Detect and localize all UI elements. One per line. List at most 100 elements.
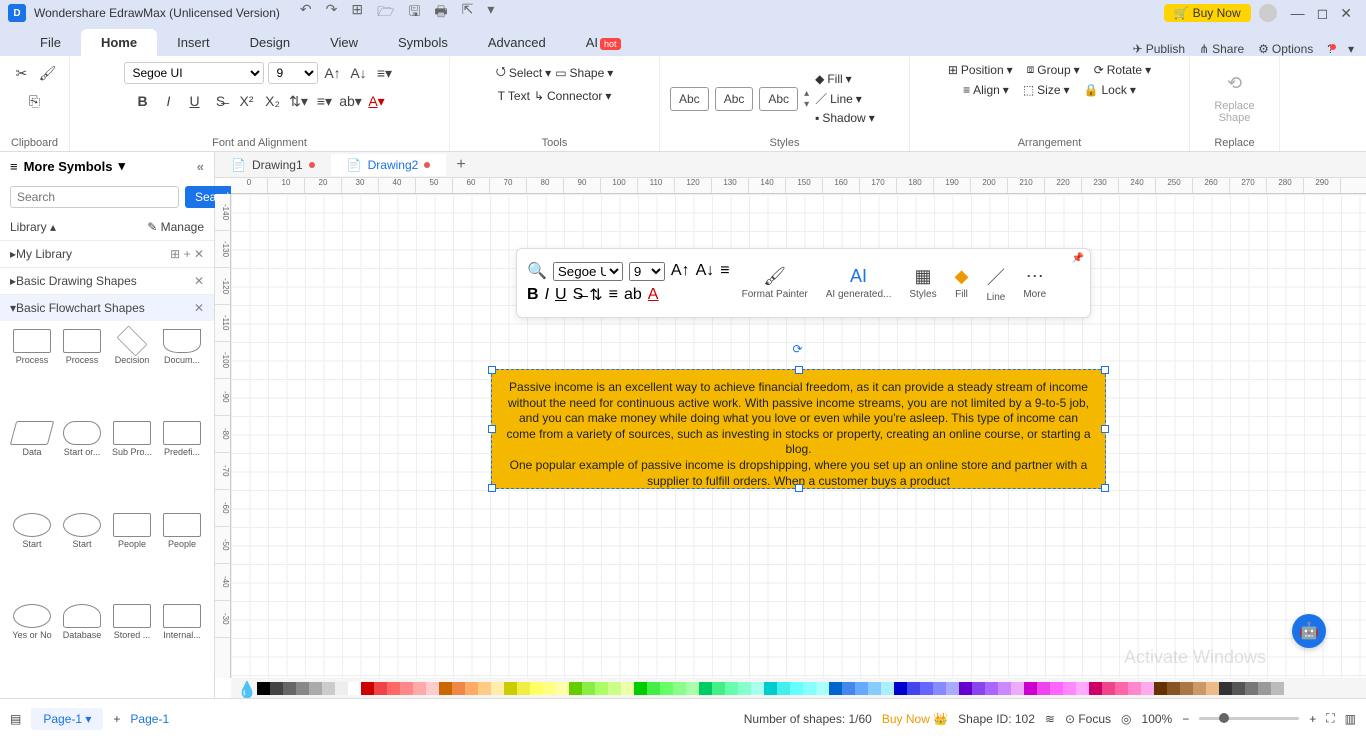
color-swatch[interactable] — [829, 682, 842, 695]
save-icon[interactable]: 🖫 — [408, 1, 420, 25]
lock-button[interactable]: 🔒 Lock▾ — [1084, 83, 1136, 97]
bullets-icon[interactable]: ≡▾ — [314, 90, 336, 112]
color-swatch[interactable] — [439, 682, 452, 695]
float-spacing-icon[interactable]: ⇅ — [589, 285, 602, 305]
color-swatch[interactable] — [309, 682, 322, 695]
color-swatch[interactable] — [374, 682, 387, 695]
font-size-select[interactable]: 9 — [268, 62, 318, 84]
color-swatch[interactable] — [725, 682, 738, 695]
float-ai-generated[interactable]: AIAI generated... — [820, 266, 898, 300]
shape-stencil[interactable]: People — [158, 513, 206, 599]
chatbot-button[interactable]: 🤖 — [1292, 614, 1326, 648]
text-tool[interactable]: T Text — [498, 89, 530, 103]
color-swatch[interactable] — [387, 682, 400, 695]
color-swatch[interactable] — [1128, 682, 1141, 695]
replace-shape-icon[interactable]: ⟲ — [1227, 73, 1242, 94]
undo-icon[interactable]: ↶ — [300, 1, 312, 25]
color-swatch[interactable] — [712, 682, 725, 695]
color-swatch[interactable] — [803, 682, 816, 695]
fill-button[interactable]: ◆ Fill ▾ — [815, 72, 875, 86]
float-more[interactable]: ⋯More — [1017, 266, 1052, 300]
tab-insert[interactable]: Insert — [157, 29, 230, 56]
color-swatch[interactable] — [1037, 682, 1050, 695]
color-swatch[interactable] — [582, 682, 595, 695]
eyedropper-icon[interactable]: 💧 — [237, 680, 253, 696]
float-format-painter[interactable]: 🖌Format Painter — [736, 266, 814, 300]
shape-stencil[interactable]: Internal... — [158, 604, 206, 690]
color-swatch[interactable] — [998, 682, 1011, 695]
color-swatch[interactable] — [777, 682, 790, 695]
resize-handle-bc[interactable] — [795, 484, 803, 492]
color-swatch[interactable] — [933, 682, 946, 695]
shape-stencil[interactable]: Start — [8, 513, 56, 599]
status-buy-now[interactable]: Buy Now 👑 — [882, 712, 948, 726]
shape-stencil[interactable]: Yes or No — [8, 604, 56, 690]
position-button[interactable]: ⊞ Position▾ — [948, 63, 1013, 77]
pages-icon[interactable]: ▤ — [10, 712, 21, 726]
color-swatch[interactable] — [660, 682, 673, 695]
resize-handle-br[interactable] — [1101, 484, 1109, 492]
color-swatch[interactable] — [1180, 682, 1193, 695]
rotate-handle-icon[interactable]: ⟳ — [793, 342, 803, 358]
float-bold-icon[interactable]: B — [527, 286, 539, 304]
color-swatch[interactable] — [881, 682, 894, 695]
more-symbols-button[interactable]: ≡ More Symbols▾ « — [0, 152, 214, 180]
pin-icon[interactable]: 📌 — [1072, 253, 1084, 264]
shape-stencil[interactable]: Sub Pro... — [108, 421, 156, 507]
color-swatch[interactable] — [1258, 682, 1271, 695]
shape-stencil[interactable]: Stored ... — [108, 604, 156, 690]
color-swatch[interactable] — [1206, 682, 1219, 695]
float-search-icon[interactable]: 🔍 — [527, 261, 547, 281]
manage-button[interactable]: ✎ Manage — [147, 220, 204, 234]
lib-add-icon[interactable]: ⊞ — [170, 247, 180, 261]
select-tool[interactable]: ⭯ Select ▾ — [496, 62, 552, 83]
color-swatch[interactable] — [452, 682, 465, 695]
color-swatch[interactable] — [907, 682, 920, 695]
color-swatch[interactable] — [634, 682, 647, 695]
tab-symbols[interactable]: Symbols — [378, 29, 468, 56]
float-styles[interactable]: ▦Styles — [903, 266, 942, 300]
add-doc-tab[interactable]: + — [446, 152, 475, 178]
color-swatch[interactable] — [920, 682, 933, 695]
color-swatch[interactable] — [413, 682, 426, 695]
resize-handle-tc[interactable] — [795, 366, 803, 374]
print-icon[interactable]: 🖶 — [434, 1, 447, 25]
increase-font-icon[interactable]: A↑ — [322, 62, 344, 84]
color-swatch[interactable] — [1050, 682, 1063, 695]
float-highlight-icon[interactable]: ab — [624, 286, 642, 304]
color-swatch[interactable] — [894, 682, 907, 695]
float-increase-font-icon[interactable]: A↑ — [671, 262, 690, 280]
color-swatch[interactable] — [1219, 682, 1232, 695]
color-swatch[interactable] — [764, 682, 777, 695]
size-button[interactable]: ⬚ Size▾ — [1023, 83, 1070, 97]
fit-icon[interactable]: ◎ — [1121, 712, 1131, 726]
user-avatar[interactable] — [1259, 4, 1277, 22]
color-swatch[interactable] — [322, 682, 335, 695]
color-swatch[interactable] — [1232, 682, 1245, 695]
color-swatch[interactable] — [1271, 682, 1284, 695]
shape-stencil[interactable]: Process — [58, 329, 106, 415]
publish-button[interactable]: ✈ Publish — [1133, 42, 1185, 56]
color-swatch[interactable] — [296, 682, 309, 695]
style-gallery-more[interactable]: ▴▾ — [804, 88, 809, 110]
float-font-color-icon[interactable]: A — [648, 286, 659, 304]
color-swatch[interactable] — [842, 682, 855, 695]
shape-stencil[interactable]: Decision — [108, 329, 156, 415]
redo-icon[interactable]: ↷ — [326, 1, 338, 25]
tab-file[interactable]: File — [20, 29, 81, 56]
resize-handle-ml[interactable] — [488, 425, 496, 433]
export-icon[interactable]: ⇱ — [462, 1, 474, 25]
shape-stencil[interactable]: Start — [58, 513, 106, 599]
font-family-select[interactable]: Segoe UI — [124, 62, 264, 84]
superscript-icon[interactable]: X² — [236, 90, 258, 112]
collapse-panel-icon[interactable]: « — [197, 159, 204, 174]
font-color-icon[interactable]: A▾ — [366, 90, 388, 112]
zoom-level[interactable]: 100% — [1142, 712, 1173, 726]
color-swatch[interactable] — [1076, 682, 1089, 695]
color-swatch[interactable] — [1102, 682, 1115, 695]
float-strike-icon[interactable]: S̶ — [573, 286, 584, 304]
line-spacing-icon[interactable]: ⇅▾ — [288, 90, 310, 112]
style-preset-2[interactable]: Abc — [715, 87, 754, 111]
color-swatch[interactable] — [1245, 682, 1258, 695]
align-icon[interactable]: ≡▾ — [374, 62, 396, 84]
